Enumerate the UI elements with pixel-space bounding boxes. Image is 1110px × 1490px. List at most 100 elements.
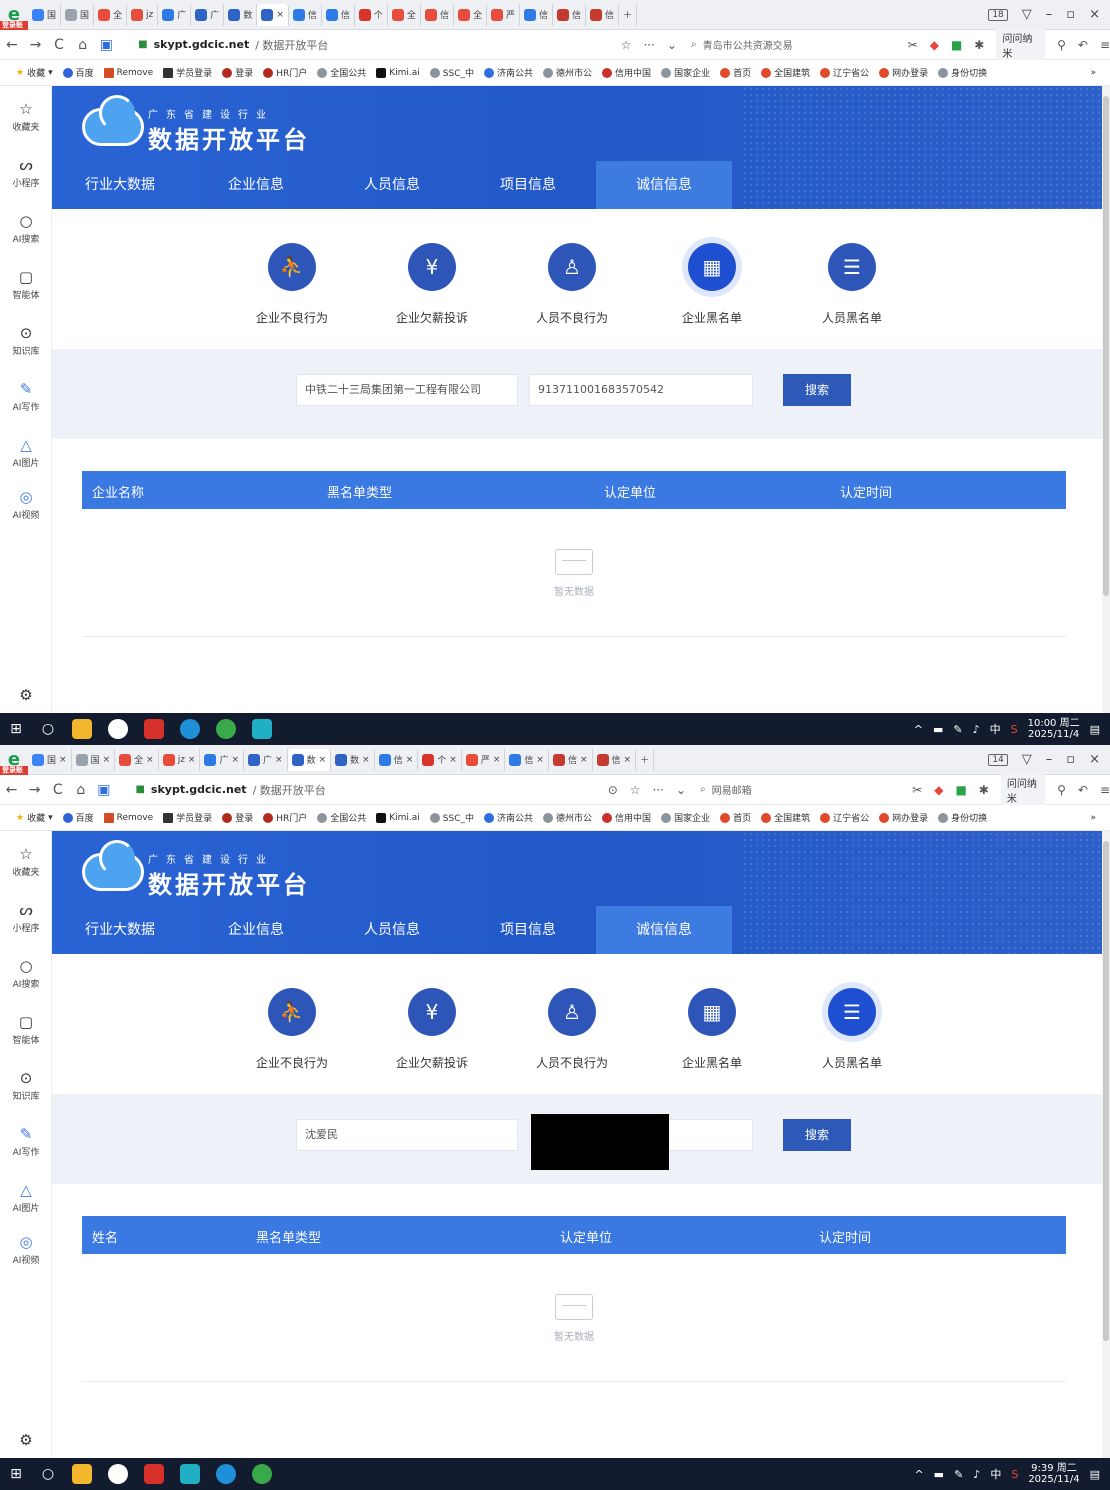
category-enterprise-blacklist[interactable]: ▦ 企业黑名单 (652, 980, 772, 1071)
close-window-button[interactable]: × (1089, 752, 1100, 767)
extension-icon[interactable]: ◆ (930, 38, 939, 52)
bookmark-item[interactable]: 信用中国 (602, 66, 651, 79)
bookmark-item[interactable]: 济南公共 (484, 66, 533, 79)
more-bookmarks-icon[interactable]: » (1090, 68, 1110, 78)
tab-count[interactable]: 18 (988, 8, 1008, 21)
browser-tab[interactable]: 信 × (505, 748, 549, 771)
browser-tab[interactable]: 信 × (593, 748, 637, 771)
notification-icon[interactable]: ▤ (1090, 723, 1100, 736)
browser-tab[interactable]: 广 × (200, 748, 245, 771)
bookmark-item[interactable]: SSC_中 (429, 66, 474, 79)
chat-app-icon[interactable] (252, 719, 272, 739)
ask-nano-button[interactable]: 问问纳米 (996, 27, 1046, 62)
browser-tab[interactable]: 国 × (72, 748, 116, 771)
sidebar-item-agent[interactable]: ▢ 智能体 (0, 268, 52, 301)
scissors-icon[interactable]: ✂ (912, 783, 922, 797)
new-tab-button[interactable]: ＋ (636, 748, 655, 771)
browser-tab[interactable]: jz (127, 3, 159, 26)
nav-credit-info[interactable]: 诚信信息 (596, 906, 732, 954)
nav-credit-info[interactable]: 诚信信息 (596, 161, 732, 209)
menu-icon[interactable]: ≡ (1100, 38, 1110, 52)
pen-tray-icon[interactable]: ✎ (954, 1468, 963, 1481)
browser-tab[interactable]: 信 × (375, 748, 419, 771)
maximize-button[interactable]: ▫ (1066, 752, 1075, 767)
browser-tab[interactable]: 信 (520, 3, 553, 26)
sidebar-item-favorites[interactable]: ☆ 收藏夹 (0, 100, 52, 133)
browser-tab[interactable]: 信 (289, 3, 322, 26)
bookmark-item[interactable]: 德州市公 (543, 811, 592, 824)
scissors-icon[interactable]: ✂ (908, 38, 918, 52)
more-bookmarks-icon[interactable]: » (1090, 813, 1110, 823)
close-window-button[interactable]: × (1089, 7, 1100, 22)
bookmark-item[interactable]: 学员登录 (163, 811, 212, 824)
extension-icon[interactable]: ◆ (934, 783, 943, 797)
close-icon[interactable]: × (276, 10, 284, 20)
category-enterprise-wage-complaint[interactable]: ¥ 企业欠薪投诉 (372, 235, 492, 326)
browser-tab[interactable]: 国 (61, 3, 95, 26)
sidebar-item-miniprogram[interactable]: ᔕ 小程序 (0, 156, 52, 189)
search-button[interactable]: 搜索 (783, 374, 851, 406)
site-logo-icon[interactable] (82, 840, 144, 891)
edge-icon[interactable] (216, 1464, 236, 1484)
bookmark-item[interactable]: Remove (103, 67, 153, 78)
clock[interactable]: 9:39 周二 2025/11/4 (1028, 1463, 1079, 1485)
browser-taskbar-icon[interactable] (252, 1464, 272, 1484)
chevron-down-icon[interactable]: ⌄ (667, 38, 677, 52)
nav-industry-data[interactable]: 行业大数据 (52, 161, 188, 209)
bookmark-item[interactable]: 登录 (222, 66, 253, 79)
scrollbar-thumb[interactable] (1103, 841, 1109, 1341)
browser-tab[interactable]: 全 (388, 3, 421, 26)
bookmark-item[interactable]: Kimi.ai (376, 812, 420, 823)
file-explorer-icon[interactable] (72, 1464, 92, 1484)
nav-enterprise-info[interactable]: 企业信息 (188, 161, 324, 209)
category-personnel-blacklist[interactable]: ☰ 人员黑名单 (792, 235, 912, 326)
windows-start-icon[interactable]: ⊞ (0, 713, 32, 745)
sogou-icon[interactable]: S (1011, 723, 1018, 736)
browser-tab-active[interactable]: × (257, 3, 289, 26)
ai-icon[interactable]: ▣ (92, 782, 115, 798)
browser-tab[interactable]: 数 × (331, 748, 375, 771)
bookmark-item[interactable]: 登录 (222, 811, 253, 824)
browser-tab[interactable]: 数 (224, 3, 258, 26)
bookmark-item[interactable]: Kimi.ai (376, 67, 420, 78)
search-icon[interactable]: ○ (32, 713, 64, 745)
broom-icon[interactable]: ⚲ (1057, 38, 1066, 52)
sidebar-item-agent[interactable]: ▢ 智能体 (0, 1013, 52, 1046)
edge-icon[interactable] (180, 719, 200, 739)
category-enterprise-bad-behavior[interactable]: ⛹ 企业不良行为 (232, 980, 352, 1071)
broom-icon[interactable]: ⚲ (1057, 783, 1066, 797)
category-personnel-bad-behavior[interactable]: ♙ 人员不良行为 (512, 235, 632, 326)
sidebar-item-knowledge[interactable]: ⊙ 知识库 (0, 1069, 52, 1102)
sidebar-item-ai-image[interactable]: △ AI图片 (0, 1181, 52, 1214)
brand-title[interactable]: 数据开放平台 (148, 120, 310, 155)
bookmark-item[interactable]: HR门户 (263, 66, 307, 79)
bookmark-item[interactable]: 信用中国 (602, 811, 651, 824)
bookmark-item[interactable]: 全国公共 (317, 66, 366, 79)
sidebar-item-ai-write[interactable]: ✎ AI写作 (0, 1125, 52, 1158)
volume-icon[interactable]: ♪ (973, 1468, 980, 1481)
bookmark-item[interactable]: ★ 收藏 ▾ (16, 811, 53, 825)
search-icon[interactable]: ○ (32, 1458, 64, 1490)
settings-icon[interactable]: ⚙ (0, 1431, 52, 1451)
clock[interactable]: 10:00 周二 2025/11/4 (1028, 718, 1080, 740)
nav-project-info[interactable]: 项目信息 (460, 906, 596, 954)
browser-search-field[interactable]: ⌕ 青岛市公共资源交易 (691, 34, 898, 56)
browser-tab[interactable]: 信 × (549, 748, 593, 771)
bookmark-item[interactable]: 国家企业 (661, 66, 710, 79)
reload-button[interactable]: C (46, 782, 69, 798)
minimize-button[interactable]: – (1046, 7, 1053, 22)
browser-tab[interactable]: 信 (322, 3, 355, 26)
ime-indicator[interactable]: 中 (990, 1466, 1001, 1482)
page-scrollbar[interactable] (1102, 86, 1110, 713)
browser-tab-active[interactable]: 数 × (287, 748, 332, 771)
undo-icon[interactable]: ↶ (1078, 783, 1088, 797)
url-field[interactable]: ■ skypt.gdcic.net / 数据开放平台 (138, 34, 601, 56)
chevron-down-icon[interactable]: ⌄ (676, 783, 686, 797)
category-enterprise-blacklist[interactable]: ▦ 企业黑名单 (652, 235, 772, 326)
browser-tab[interactable]: 全 (94, 3, 128, 26)
chevron-up-icon[interactable]: ^ (914, 1468, 923, 1481)
maximize-button[interactable]: ▫ (1066, 7, 1075, 22)
ai-icon[interactable]: ▣ (95, 37, 119, 53)
bookmark-item[interactable]: 身份切换 (938, 66, 987, 79)
chevron-up-icon[interactable]: ^ (914, 723, 923, 736)
